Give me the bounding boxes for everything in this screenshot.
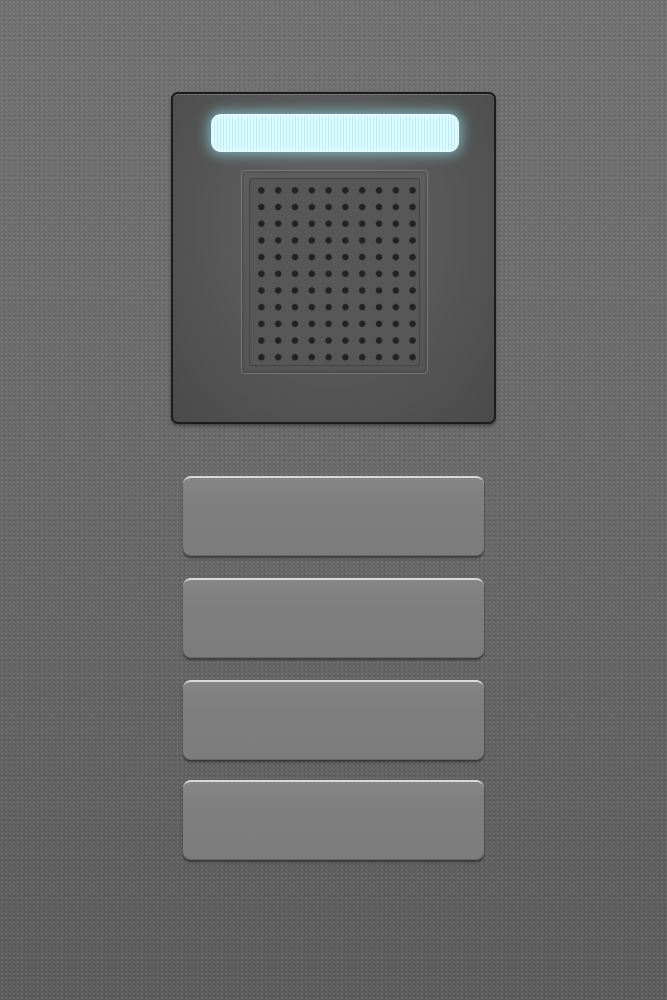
call-button-2[interactable] [183, 578, 484, 658]
intercom-panel [171, 92, 496, 424]
call-button-1[interactable] [183, 476, 484, 556]
call-button-4[interactable] [183, 780, 484, 860]
status-light-indicator [211, 114, 459, 152]
speaker-housing [241, 170, 428, 374]
call-button-3[interactable] [183, 680, 484, 760]
speaker-grille-icon [249, 178, 420, 366]
